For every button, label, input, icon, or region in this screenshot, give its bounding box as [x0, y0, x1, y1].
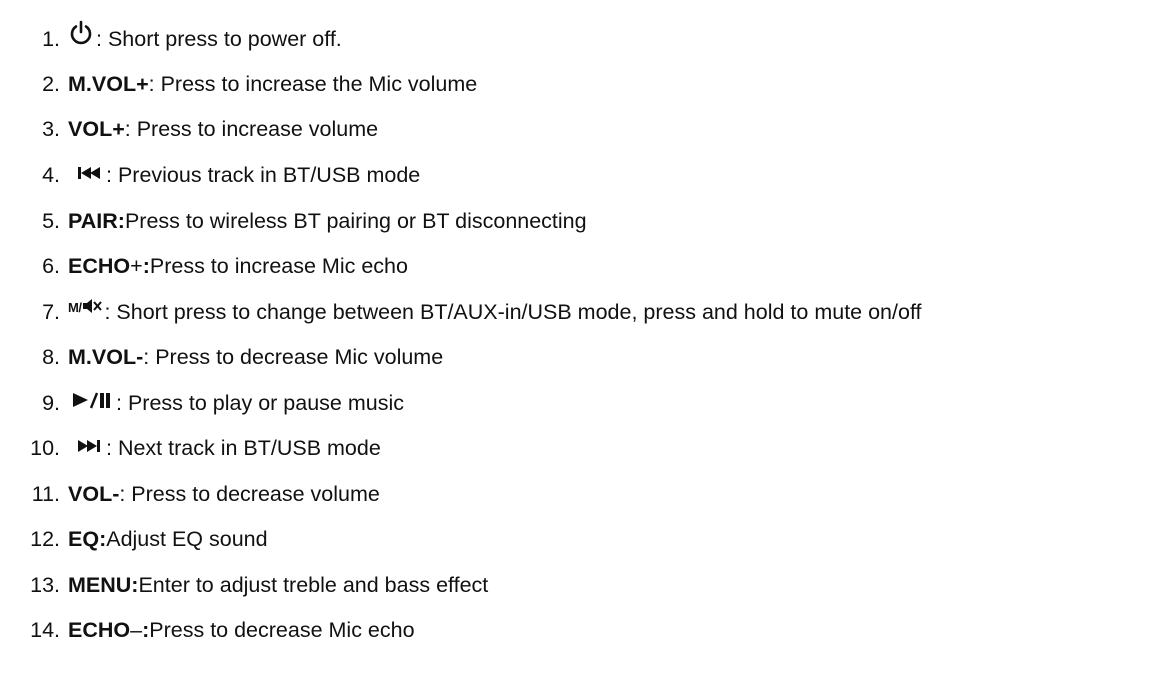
item-description: Press to decrease Mic echo — [149, 617, 415, 642]
item-description: : Short press to change between BT/AUX-i… — [104, 299, 922, 324]
item-key: M.VOL+ — [68, 71, 149, 96]
item-description: : Press to decrease Mic volume — [143, 344, 444, 369]
list-item: 7. M/ : Short press to change between BT… — [0, 292, 1159, 332]
item-description: : Previous track in BT/USB mode — [106, 162, 421, 187]
item-key: ECHO — [68, 253, 131, 278]
play-pause-icon — [72, 391, 114, 411]
item-description: : Short press to power off. — [96, 26, 342, 51]
item-description: Enter to adjust treble and bass effect — [138, 572, 489, 597]
item-number: 9. — [42, 390, 60, 415]
item-description: Press to increase Mic echo — [149, 253, 408, 278]
item-number: 2. — [42, 71, 60, 96]
item-key: VOL+ — [68, 116, 125, 141]
item-description: : Press to increase the Mic volume — [148, 71, 478, 96]
item-number: 10. — [30, 435, 60, 460]
item-key-sign: – — [130, 617, 143, 642]
list-item: 1. : Short press to power off. — [0, 19, 1159, 59]
item-key-colon: : — [142, 617, 150, 642]
list-item: 9. : Press to play or pause music — [0, 383, 1159, 423]
item-key: EQ: — [68, 526, 107, 551]
item-key-sign: + — [130, 253, 143, 278]
previous-track-icon — [78, 166, 104, 180]
item-description: : Next track in BT/USB mode — [106, 435, 381, 460]
item-number: 13. — [30, 572, 60, 597]
list-item: 5. PAIR: Press to wireless BT pairing or… — [0, 201, 1159, 241]
next-track-icon — [78, 439, 104, 453]
list-item: 6. ECHO + : Press to increase Mic echo — [0, 246, 1159, 286]
list-item: 14. ECHO – : Press to decrease Mic echo — [0, 610, 1159, 650]
item-key: M.VOL- — [68, 344, 144, 369]
list-item: 11. VOL- : Press to decrease volume — [0, 474, 1159, 514]
list-item: 3. VOL+ : Press to increase volume — [0, 109, 1159, 149]
item-number: 3. — [42, 116, 60, 141]
item-key: VOL- — [68, 481, 120, 506]
item-description: Adjust EQ sound — [106, 526, 268, 551]
item-description: : Press to play or pause music — [116, 390, 404, 415]
item-description: Press to wireless BT pairing or BT disco… — [124, 208, 587, 233]
list-item: 10. : Next track in BT/USB mode — [0, 428, 1159, 468]
list-item: 2. M.VOL+ : Press to increase the Mic vo… — [0, 64, 1159, 104]
item-number: 11. — [31, 481, 60, 506]
item-number: 1. — [42, 26, 60, 51]
item-number: 14. — [30, 617, 60, 642]
list-item: 12. EQ: Adjust EQ sound — [0, 519, 1159, 559]
item-number: 5. — [42, 208, 60, 233]
item-key: PAIR: — [68, 208, 125, 233]
list-item: 13. MENU: Enter to adjust treble and bas… — [0, 565, 1159, 605]
item-number: 6. — [42, 253, 60, 278]
power-icon — [68, 20, 94, 46]
item-key: MENU: — [68, 572, 139, 597]
item-description: : Press to increase volume — [124, 116, 379, 141]
item-number: 7. — [42, 299, 60, 324]
item-number: 12. — [30, 526, 60, 551]
item-description: : Press to decrease volume — [119, 481, 380, 506]
item-number: 4. — [42, 162, 60, 187]
list-item: 8. M.VOL- : Press to decrease Mic volume — [0, 337, 1159, 377]
item-key: ECHO — [68, 617, 131, 642]
item-key-colon: : — [142, 253, 150, 278]
item-number: 8. — [42, 344, 60, 369]
mode-mute-icon: M/ — [68, 299, 103, 320]
list-item: 4. : Previous track in BT/USB mode — [0, 155, 1159, 195]
mode-icon-text: M/ — [68, 299, 82, 315]
